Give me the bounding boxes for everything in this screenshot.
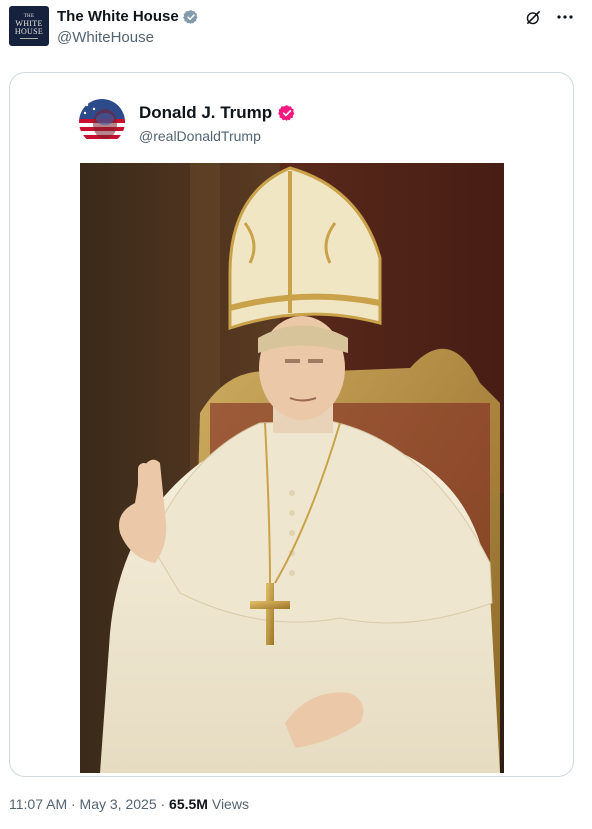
verified-gray-icon [182, 9, 198, 24]
timestamp[interactable]: 11:07 AM · May 3, 2025 · [9, 796, 169, 812]
author-name[interactable]: The White House [57, 8, 179, 25]
quoted-avatar[interactable] [79, 99, 125, 145]
quoted-name[interactable]: Donald J. Trump [139, 103, 272, 123]
avatar-text-3: HOUSE [14, 26, 44, 36]
post-image[interactable] [80, 163, 504, 773]
more-icon[interactable] [556, 8, 574, 26]
author-handle[interactable]: @WhiteHouse [57, 29, 154, 46]
verified-pink-icon [278, 105, 295, 121]
post-meta: 11:07 AM · May 3, 2025 · 65.5M Views [9, 796, 249, 812]
quoted-name-row[interactable]: Donald J. Trump [139, 103, 296, 123]
quoted-handle[interactable]: @realDonaldTrump [139, 128, 261, 144]
avatar-rule [20, 37, 38, 39]
top-actions [524, 8, 574, 26]
views-count: 65.5M [169, 796, 208, 812]
author-avatar[interactable]: THE WHITE HOUSE [9, 6, 49, 46]
grok-icon[interactable] [524, 8, 542, 26]
views-label: Views [207, 796, 249, 812]
author-name-row[interactable]: The White House [57, 8, 199, 25]
